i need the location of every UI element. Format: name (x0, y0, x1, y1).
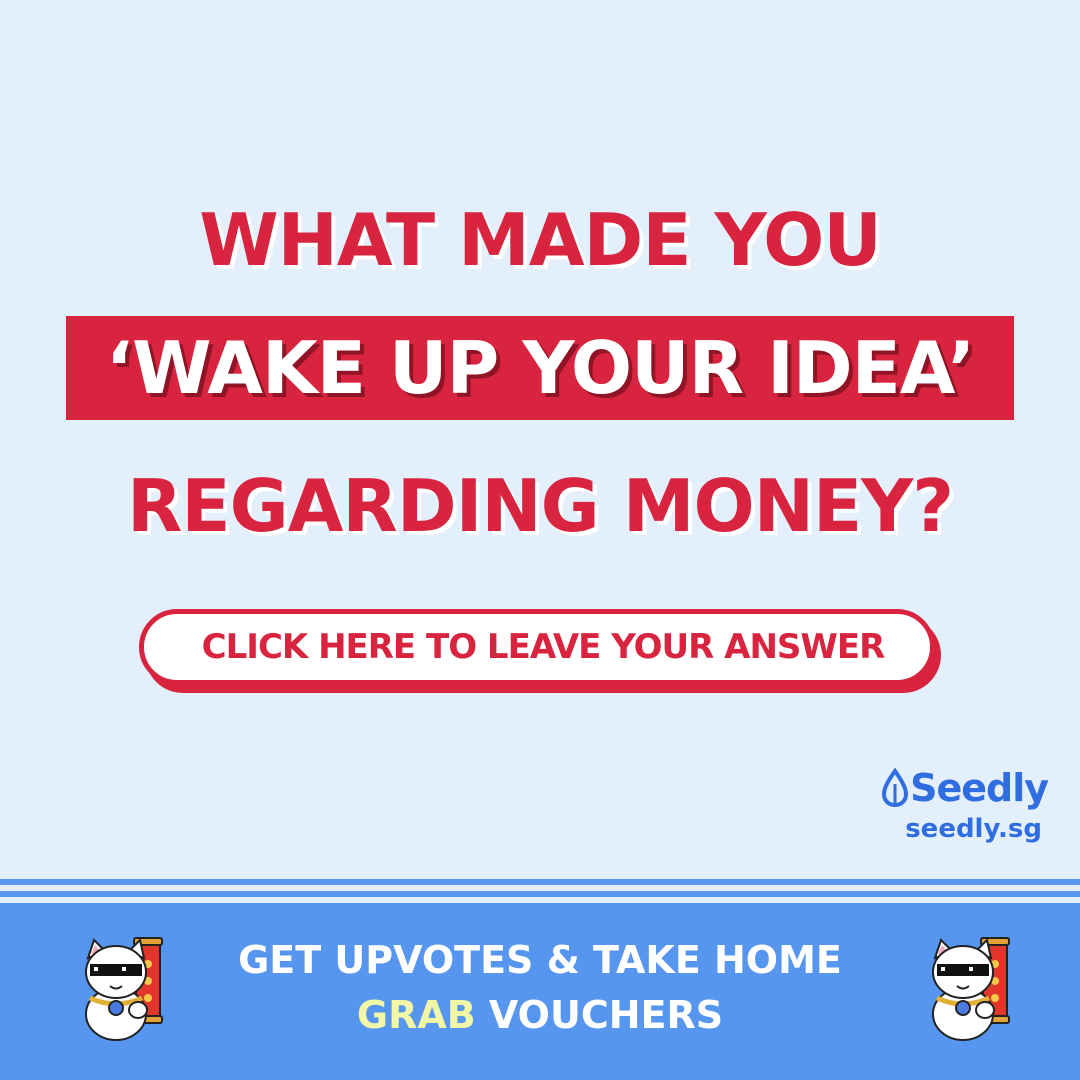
leave-answer-button[interactable]: CLICK HERE TO LEAVE YOUR ANSWER (139, 609, 935, 685)
headline-line-1: WHAT MADE YOU (199, 198, 882, 282)
lucky-cat-icon (85, 937, 163, 1041)
brand-url: seedly.sg (905, 814, 1042, 844)
seed-drop-icon (882, 768, 909, 808)
post-canvas: WHAT MADE YOU ‘WAKE UP YOUR IDEA’ REGARD… (0, 0, 1080, 1080)
headline-line-2: ‘WAKE UP YOUR IDEA’ (105, 326, 976, 410)
brand-logo: Seedly (880, 766, 1049, 810)
headline-line-3: REGARDING MONEY? (126, 464, 954, 548)
lucky-cat-icon (932, 937, 1010, 1041)
footer-stripe-top (0, 879, 1080, 885)
brand-name: Seedly (910, 766, 1049, 810)
brand-block: Seedly seedly.sg (880, 766, 1049, 844)
leave-answer-label: CLICK HERE TO LEAVE YOUR ANSWER (201, 627, 886, 667)
footer-vouchers-text: VOUCHERS (475, 993, 724, 1037)
footer-grab-accent: GRAB (356, 993, 476, 1037)
footer-stripe-middle (0, 891, 1080, 897)
